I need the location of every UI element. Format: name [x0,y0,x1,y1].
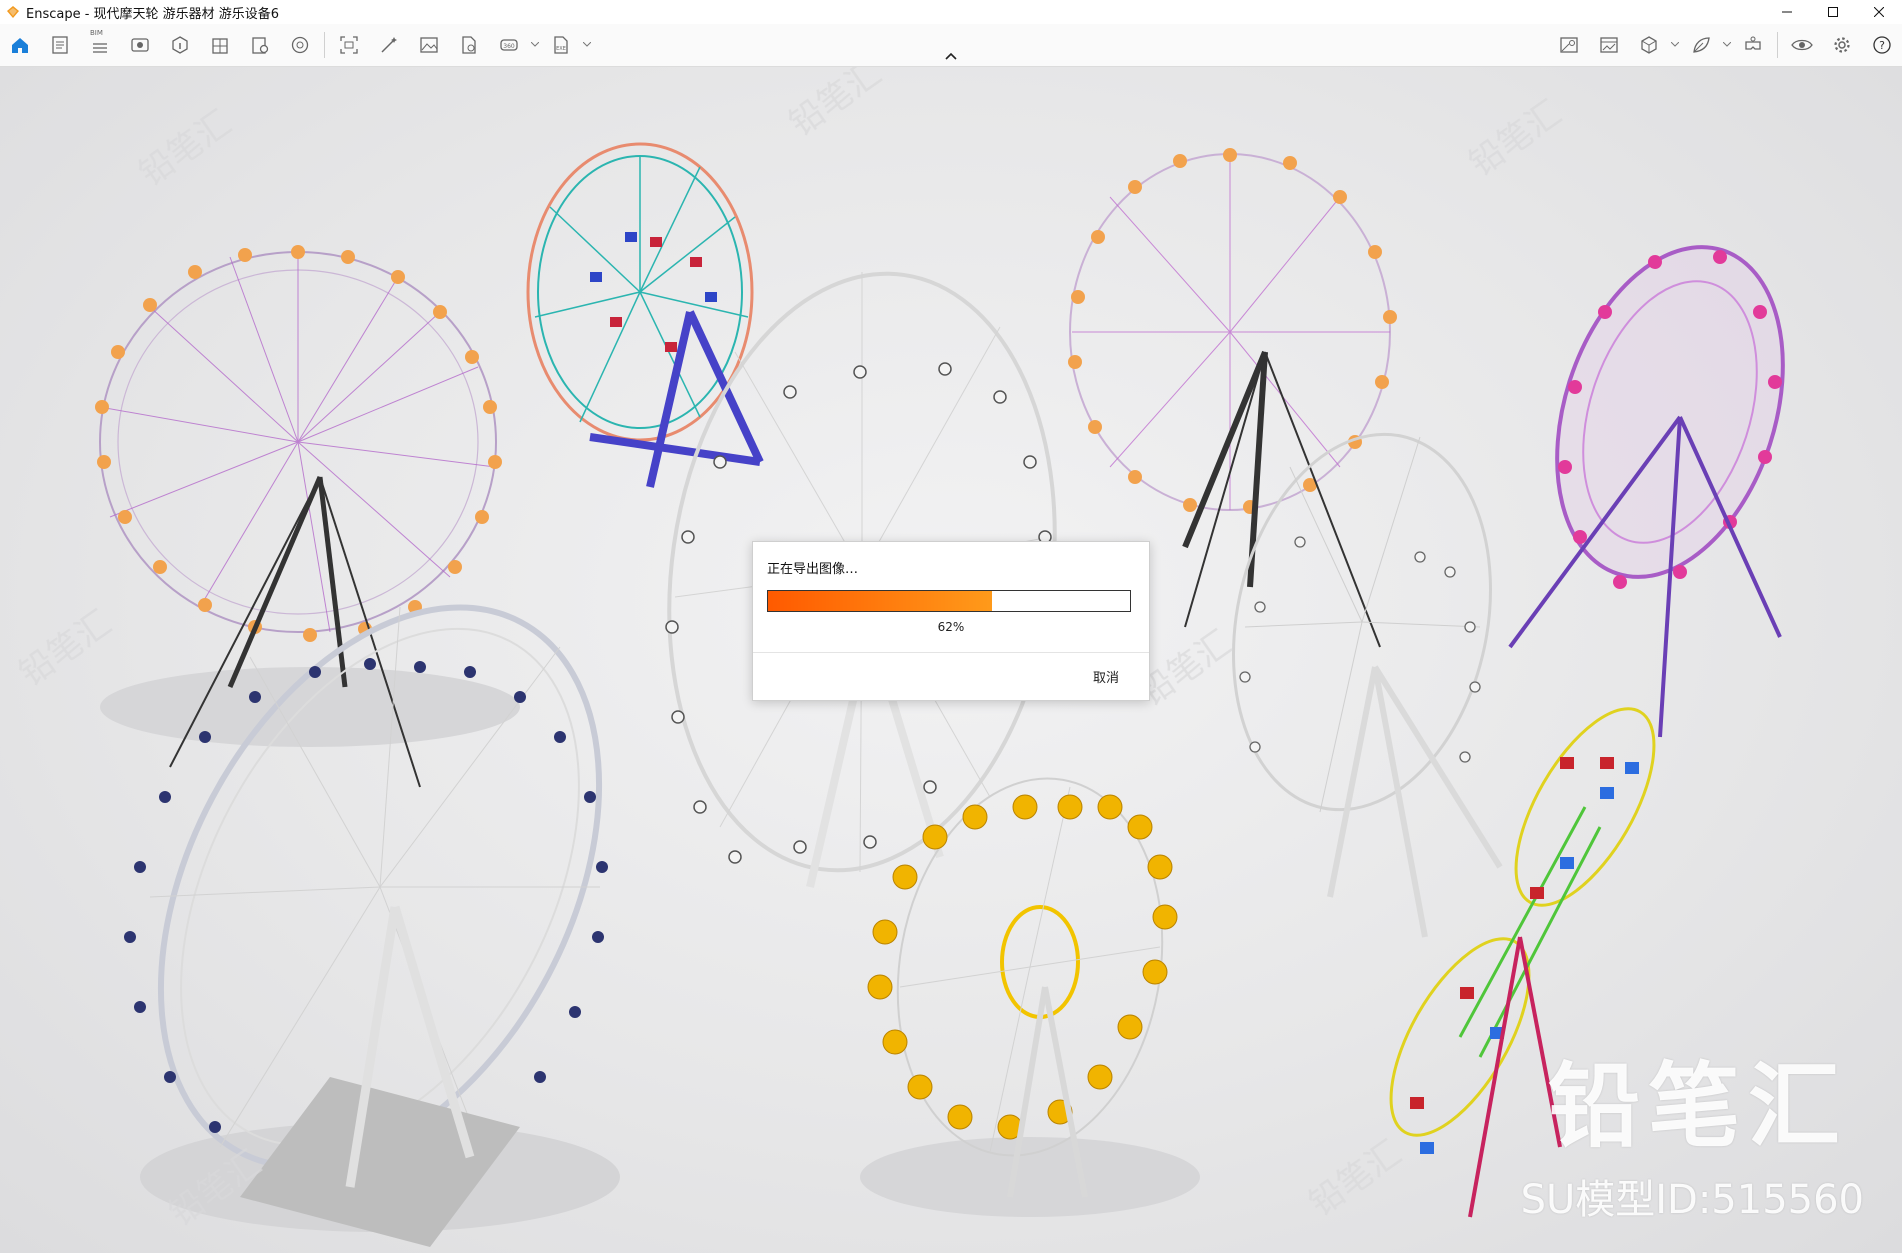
magic-wand-icon [381,37,397,53]
visibility-icon [1791,39,1813,51]
cube-info-icon [172,36,188,54]
model-id-watermark: SU模型ID:515560 [1520,1177,1864,1223]
bim-icon [93,43,107,53]
chevron-down-icon [531,42,539,47]
map-button[interactable] [1549,27,1589,63]
title-bar: Enscape - 现代摩天轮 游乐器材 游乐设备6 [0,0,1902,24]
settings-file-icon [252,37,269,54]
svg-text:?: ? [1879,39,1885,52]
ferris-wheel-grey [1232,432,1503,938]
panorama-button[interactable]: 360 [489,27,529,63]
visual-settings-button[interactable] [1681,27,1721,63]
leaf-icon [1693,37,1710,53]
toolbar-separator [1777,32,1778,58]
progress-percent: 62% [937,620,965,634]
chevron-down-icon [1723,42,1731,47]
ferris-wheel-yellow [867,777,1178,1198]
object-info-button[interactable] [160,27,200,63]
cancel-button[interactable]: 取消 [1093,667,1119,686]
view-button[interactable] [120,27,160,63]
asset-dropdown[interactable] [1669,27,1681,63]
gear-icon [1834,37,1850,53]
screenshot-button[interactable] [329,27,369,63]
home-button[interactable] [0,27,40,63]
vr-button[interactable] [1733,27,1773,63]
help-icon: ? [1873,36,1891,54]
enscape-logo-icon [7,6,19,18]
window-title: Enscape - 现代摩天轮 游乐器材 游乐设备6 [26,6,280,22]
brand-watermark: 铅笔汇 [1547,1053,1848,1160]
progress-bar [767,590,1131,612]
toolbar-separator [324,32,325,58]
help-button[interactable]: ? [1862,27,1902,63]
settings-button[interactable] [1822,27,1862,63]
bim-button[interactable]: BIM [80,27,120,63]
exe-export-button[interactable]: EXE [541,27,581,63]
asset-library-button[interactable] [1629,27,1669,63]
image-button[interactable] [409,27,449,63]
maximize-button[interactable] [1810,0,1856,24]
dialog-title: 正在导出图像… [767,562,859,577]
window-controls [1764,0,1902,24]
exe-export-icon: EXE [554,36,568,54]
screenshot-icon [340,36,358,54]
home-icon [12,38,28,53]
export-file-button[interactable] [449,27,489,63]
ferris-wheel-purple [1508,245,1785,738]
minimize-button[interactable] [1764,0,1810,24]
collapse-toolbar-chevron-icon[interactable] [942,50,960,62]
toolbar-right: ? [1549,24,1902,66]
bim-tag: BIM [90,29,103,37]
cube-icon [1641,36,1657,54]
svg-text:铅笔汇: 铅笔汇 [1462,93,1568,184]
panorama-dropdown[interactable] [529,27,541,63]
svg-text:铅笔汇: 铅笔汇 [12,603,118,694]
vr-headset-icon [1745,36,1761,50]
document-icon [52,36,68,54]
svg-text:铅笔汇: 铅笔汇 [132,103,238,194]
maximize-icon [1828,7,1838,17]
panorama-icon: 360 [500,39,518,51]
svg-text:铅笔汇: 铅笔汇 [1302,1133,1408,1224]
visual-settings-dropdown[interactable] [1721,27,1733,63]
image-gallery-icon [1600,37,1618,53]
building-icon [212,38,228,54]
dialog-divider [753,652,1149,653]
document-button[interactable] [40,27,80,63]
building-button[interactable] [200,27,240,63]
chevron-down-icon [583,42,591,47]
minimize-icon [1782,11,1792,13]
eye-icon [131,38,149,52]
svg-text:EXE: EXE [556,46,566,52]
svg-text:铅笔汇: 铅笔汇 [782,67,888,144]
toolbar-left: BIM [0,24,320,66]
svg-text:360: 360 [503,43,515,50]
visibility-button[interactable] [1782,27,1822,63]
toolbar-capture: 360 EXE [329,24,593,66]
export-progress-dialog: 正在导出图像… 62% 取消 [752,541,1150,701]
ferris-wheel-navy [124,604,608,1247]
export-dropdown[interactable] [581,27,593,63]
ferris-wheel-teal [526,142,764,488]
materials-button[interactable] [280,27,320,63]
progress-bar-fill [768,591,993,611]
settings-file-button[interactable] [240,27,280,63]
sphere-icon [291,36,309,54]
file-export-icon [462,36,476,54]
map-icon [1560,37,1578,53]
gallery-button[interactable] [1589,27,1629,63]
image-icon [420,37,438,53]
chevron-down-icon [1671,42,1679,47]
magic-wand-button[interactable] [369,27,409,63]
close-window-button[interactable] [1856,0,1902,24]
close-icon [1874,7,1884,17]
